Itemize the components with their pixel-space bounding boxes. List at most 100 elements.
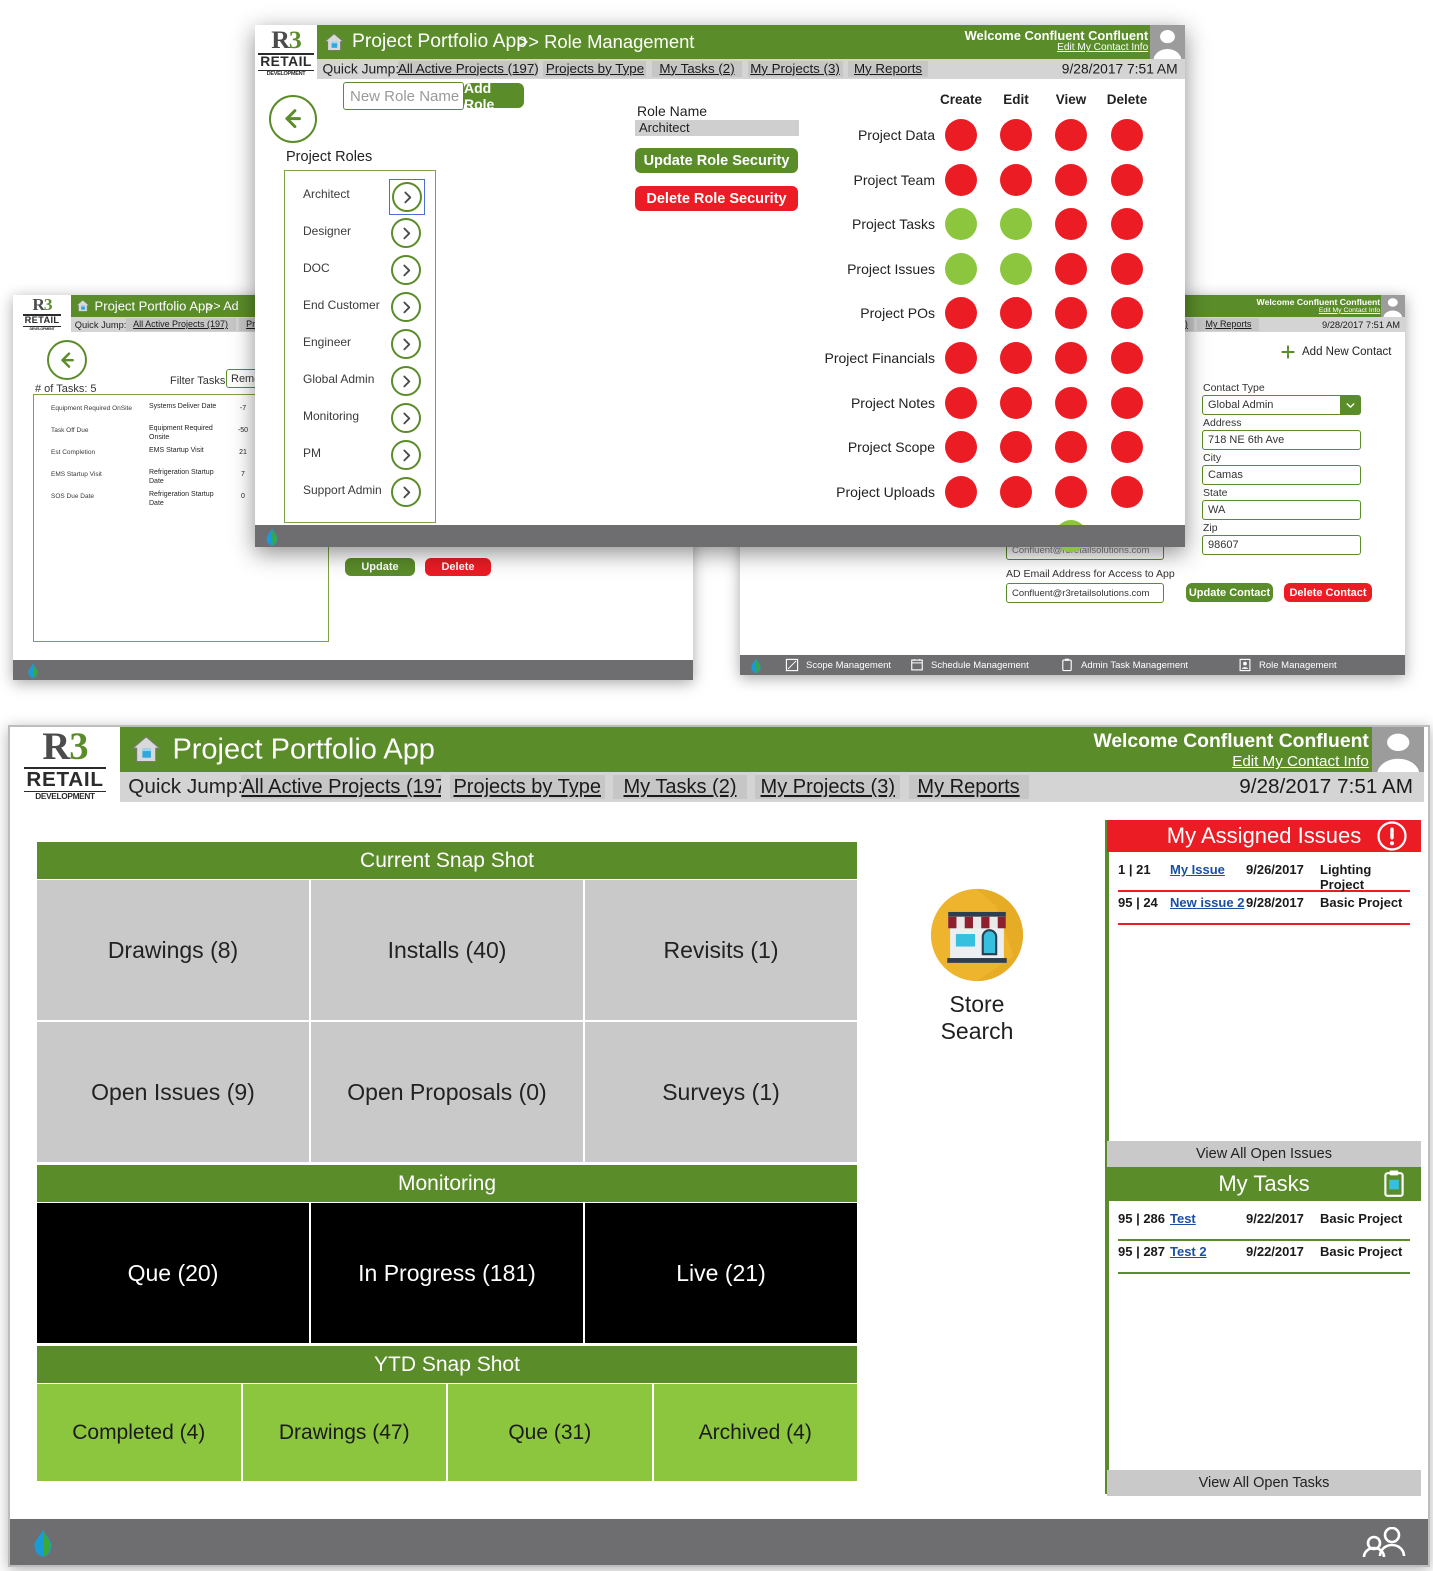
issues_panel-row-link[interactable]: My Issue	[1170, 862, 1225, 877]
role-select-button-2[interactable]	[389, 253, 423, 287]
dashboard-tile[interactable]: Drawings (8)	[37, 880, 309, 1020]
quick-jump-tab-1[interactable]: Projects by Type	[543, 60, 647, 78]
dashboard-tile[interactable]: Que (31)	[448, 1384, 652, 1481]
delete-button[interactable]: Delete	[425, 558, 491, 576]
permission-toggle-red[interactable]	[1111, 208, 1143, 241]
dashboard-tile[interactable]: Archived (4)	[653, 1384, 857, 1481]
role-item-label[interactable]: Designer	[303, 224, 351, 238]
add-role-button[interactable]: Add Role	[464, 80, 524, 112]
permission-toggle-red[interactable]	[1055, 208, 1087, 241]
role-item-label[interactable]: End Customer	[303, 298, 380, 312]
dashboard-tile[interactable]: Open Proposals (0)	[311, 1022, 583, 1162]
quick-jump-tab-4[interactable]: My Reports	[848, 60, 929, 78]
role-select-button-0[interactable]	[389, 179, 425, 215]
footer-nav-1[interactable]: Schedule Management	[910, 657, 1029, 673]
tasks_panel-row-link[interactable]: Test 2	[1170, 1244, 1207, 1259]
quick-jump-tab-0[interactable]: All Active Projects (197)	[397, 60, 538, 78]
field-input[interactable]: Global Admin	[1202, 395, 1361, 415]
tasks_panel-row-link[interactable]: Test	[1170, 1211, 1196, 1226]
quick-jump-tab-2[interactable]: My Tasks (2)	[613, 774, 747, 800]
field-input[interactable]: Camas	[1202, 465, 1361, 485]
permission-toggle-red[interactable]	[1000, 431, 1032, 464]
user-avatar-icon[interactable]	[1381, 295, 1405, 317]
permission-toggle-red[interactable]	[1111, 431, 1143, 464]
role-item-label[interactable]: Monitoring	[303, 409, 359, 423]
field-input[interactable]: WA	[1202, 500, 1361, 520]
footer-nav-0[interactable]: Scope Management	[785, 657, 891, 673]
update-contact-button[interactable]: Update Contact	[1186, 583, 1273, 602]
update-role-security-button[interactable]: Update Role Security	[635, 148, 798, 173]
issues_panel-row[interactable]: 95 | 24 New issue 2 9/28/2017 Basic Project	[1118, 893, 1410, 925]
tasks_panel-row[interactable]: 95 | 287 Test 2 9/22/2017 Basic Project	[1118, 1242, 1410, 1274]
dashboard-tile[interactable]: Que (20)	[37, 1203, 309, 1343]
permission-toggle-red[interactable]	[1111, 297, 1143, 330]
ad-email-field[interactable]: Confluent@r3retailsolutions.com	[1006, 583, 1164, 603]
permission-toggle-red[interactable]	[1000, 386, 1032, 419]
people-group-icon[interactable]	[1358, 1526, 1410, 1558]
dashboard-tile[interactable]: Surveys (1)	[585, 1022, 857, 1162]
permission-toggle-green[interactable]	[945, 252, 977, 285]
permission-toggle-red[interactable]	[1055, 119, 1087, 151]
permission-toggle-red[interactable]	[1055, 431, 1087, 464]
dashboard-tile[interactable]: Live (21)	[585, 1203, 857, 1343]
permission-toggle-red[interactable]	[1111, 252, 1143, 285]
quick-jump-tab-4[interactable]: My Reports	[908, 774, 1029, 800]
role-item-label[interactable]: Support Admin	[303, 483, 382, 497]
user-avatar-icon[interactable]	[1371, 727, 1424, 772]
permission-toggle-red[interactable]	[1055, 163, 1087, 196]
field-input[interactable]: 718 NE 6th Ave	[1202, 430, 1361, 450]
role-select-button-4[interactable]	[389, 327, 423, 361]
dashboard-tile[interactable]: In Progress (181)	[311, 1203, 583, 1343]
permission-toggle-red[interactable]	[945, 342, 977, 374]
edit-contact-link[interactable]: Edit My Contact Info	[1057, 42, 1148, 53]
permission-toggle-green[interactable]	[1000, 252, 1032, 285]
delete-role-security-button[interactable]: Delete Role Security	[635, 186, 798, 211]
permission-toggle-red[interactable]	[1055, 386, 1087, 419]
issues_panel-row-link[interactable]: New issue 2	[1170, 895, 1244, 910]
home-icon[interactable]	[76, 299, 90, 313]
permission-toggle-red[interactable]	[1111, 119, 1143, 151]
permission-toggle-red[interactable]	[945, 386, 977, 419]
permission-toggle-red[interactable]	[945, 119, 977, 151]
dashboard-tile[interactable]: Installs (40)	[311, 880, 583, 1020]
quick-jump-tab-0[interactable]: All Active Projects (197)	[241, 774, 442, 800]
permission-toggle-red[interactable]	[1111, 342, 1143, 374]
permission-toggle-red[interactable]	[1000, 297, 1032, 330]
role-item-label[interactable]: PM	[303, 446, 321, 460]
quick-jump-tab-1[interactable]: Projects by Type	[449, 774, 605, 800]
add-new-contact-button[interactable]: Add New Contact	[1280, 344, 1392, 360]
dashboard-tile[interactable]: Completed (4)	[37, 1384, 241, 1481]
back-button[interactable]	[269, 95, 317, 143]
dashboard-tile[interactable]: Drawings (47)	[242, 1384, 446, 1481]
permission-toggle-red[interactable]	[1055, 297, 1087, 330]
role-item-label[interactable]: Global Admin	[303, 372, 374, 386]
tasks_panel-row[interactable]: 95 | 286 Test 9/22/2017 Basic Project	[1118, 1209, 1410, 1241]
home-icon[interactable]	[131, 734, 161, 764]
permission-toggle-red[interactable]	[1000, 475, 1032, 508]
edit-contact-link[interactable]: Edit My Contact Info	[1232, 753, 1369, 770]
role-select-button-1[interactable]	[389, 216, 423, 250]
footer-nav-2[interactable]: Admin Task Management	[1060, 657, 1188, 673]
edit-contact-link[interactable]: Edit My Contact Info	[1319, 307, 1380, 314]
dashboard-tile[interactable]: Open Issues (9)	[37, 1022, 309, 1162]
permission-toggle-red[interactable]	[1000, 163, 1032, 196]
footer-nav-3[interactable]: Role Management	[1238, 657, 1337, 673]
user-avatar-icon[interactable]	[1150, 25, 1185, 59]
issues_panel-row[interactable]: 1 | 21 My Issue 9/26/2017 Lighting Project	[1118, 860, 1410, 892]
permission-toggle-red[interactable]	[945, 297, 977, 330]
alert-exclamation-icon[interactable]	[1377, 821, 1407, 851]
quick-jump-tab-4[interactable]: My Reports	[1197, 318, 1260, 331]
permission-toggle-red[interactable]	[1055, 252, 1087, 285]
permission-toggle-red[interactable]	[1000, 342, 1032, 374]
new-role-name-input[interactable]: New Role Name	[343, 82, 464, 110]
back-button[interactable]	[47, 340, 87, 380]
delete-contact-button[interactable]: Delete Contact	[1284, 583, 1372, 602]
permission-toggle-red[interactable]	[1111, 386, 1143, 419]
store-search-button[interactable]: Store Search	[927, 887, 1027, 1045]
permission-toggle-red[interactable]	[1111, 163, 1143, 196]
field-input[interactable]: 98607	[1202, 535, 1361, 555]
clipboard-icon[interactable]	[1381, 1170, 1407, 1198]
role-select-button-8[interactable]	[389, 475, 423, 509]
quick-jump-tab-2[interactable]: My Tasks (2)	[652, 60, 742, 78]
quick-jump-tab-3[interactable]: My Projects (3)	[755, 774, 901, 800]
